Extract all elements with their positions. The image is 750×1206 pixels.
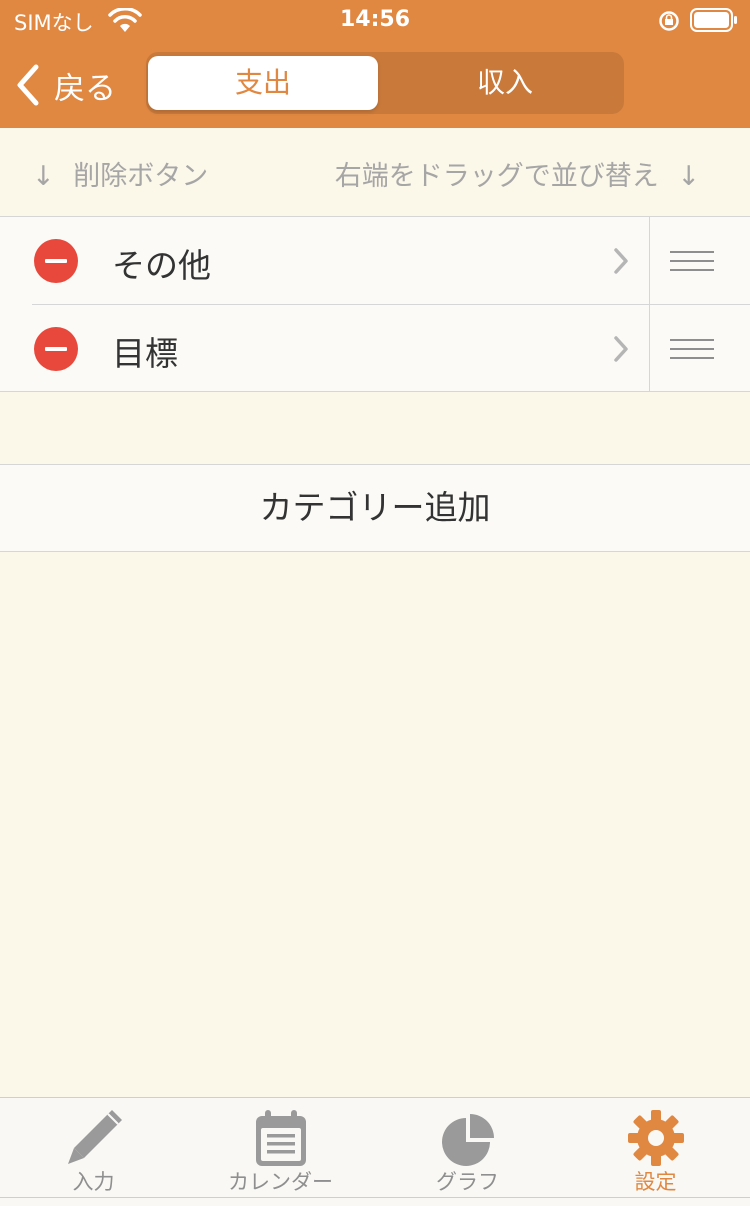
drag-handle-icon bbox=[670, 251, 714, 253]
tab-settings[interactable]: 設定 bbox=[562, 1098, 749, 1198]
delete-button[interactable] bbox=[34, 239, 78, 283]
segment-income[interactable]: 収入 bbox=[390, 56, 620, 110]
status-bar: SIMなし 14:56 bbox=[0, 0, 750, 40]
rotation-lock-icon bbox=[659, 11, 679, 31]
category-label: その他 bbox=[112, 246, 211, 285]
delete-hint-label: 削除ボタン bbox=[73, 161, 209, 192]
drag-handle-icon bbox=[670, 339, 714, 341]
delete-button[interactable] bbox=[34, 327, 78, 371]
chevron-left-icon bbox=[17, 64, 39, 106]
reorder-hint: 右端をドラッグで並び替え ↓ bbox=[335, 154, 700, 193]
segment-expense[interactable]: 支出 bbox=[148, 56, 378, 110]
gear-icon bbox=[628, 1110, 684, 1166]
clock: 14:56 bbox=[339, 7, 411, 32]
list-item[interactable]: 目標 bbox=[0, 305, 750, 392]
tab-label: グラフ bbox=[436, 1170, 499, 1194]
calendar-icon bbox=[256, 1110, 306, 1166]
arrow-down-icon: ↓ bbox=[32, 161, 55, 192]
drag-handle-line bbox=[670, 348, 714, 350]
reorder-hint-label: 右端をドラッグで並び替え bbox=[334, 161, 659, 192]
chevron-right-icon bbox=[614, 248, 628, 274]
back-button[interactable]: 戻る bbox=[14, 62, 116, 108]
reorder-handle[interactable] bbox=[649, 217, 750, 304]
pie-chart-icon bbox=[442, 1114, 494, 1166]
expense-income-segmented-control: 支出 収入 bbox=[146, 52, 624, 114]
add-category-button[interactable]: カテゴリー追加 bbox=[0, 464, 750, 552]
home-indicator-area bbox=[0, 1197, 750, 1206]
drag-handle-line bbox=[670, 260, 714, 262]
instruction-bar: ↓ 削除ボタン 右端をドラッグで並び替え ↓ bbox=[0, 128, 750, 216]
battery-icon bbox=[690, 8, 737, 32]
category-list: その他 目標 bbox=[0, 216, 750, 392]
list-item[interactable]: その他 bbox=[0, 217, 750, 305]
tab-graph[interactable]: グラフ bbox=[374, 1098, 561, 1198]
chevron-right-icon bbox=[614, 336, 628, 362]
back-label: 戻る bbox=[54, 70, 116, 107]
drag-handle-line bbox=[670, 269, 714, 271]
navigation-header: SIMなし 14:56 戻る 支出 収入 bbox=[0, 0, 750, 128]
tab-label: 設定 bbox=[634, 1170, 677, 1194]
arrow-down-icon: ↓ bbox=[677, 161, 700, 192]
reorder-handle[interactable] bbox=[649, 305, 750, 392]
tab-label: 入力 bbox=[72, 1170, 115, 1194]
delete-hint: ↓ 削除ボタン bbox=[32, 154, 208, 193]
pencil-icon bbox=[68, 1110, 122, 1164]
tab-bar: 入力 カレンダー グラフ 設定 bbox=[0, 1097, 750, 1197]
tab-input[interactable]: 入力 bbox=[0, 1098, 187, 1198]
drag-handle-line bbox=[670, 357, 714, 359]
tab-calendar[interactable]: カレンダー bbox=[187, 1098, 374, 1198]
category-label: 目標 bbox=[112, 334, 178, 373]
tab-label: カレンダー bbox=[228, 1170, 333, 1194]
